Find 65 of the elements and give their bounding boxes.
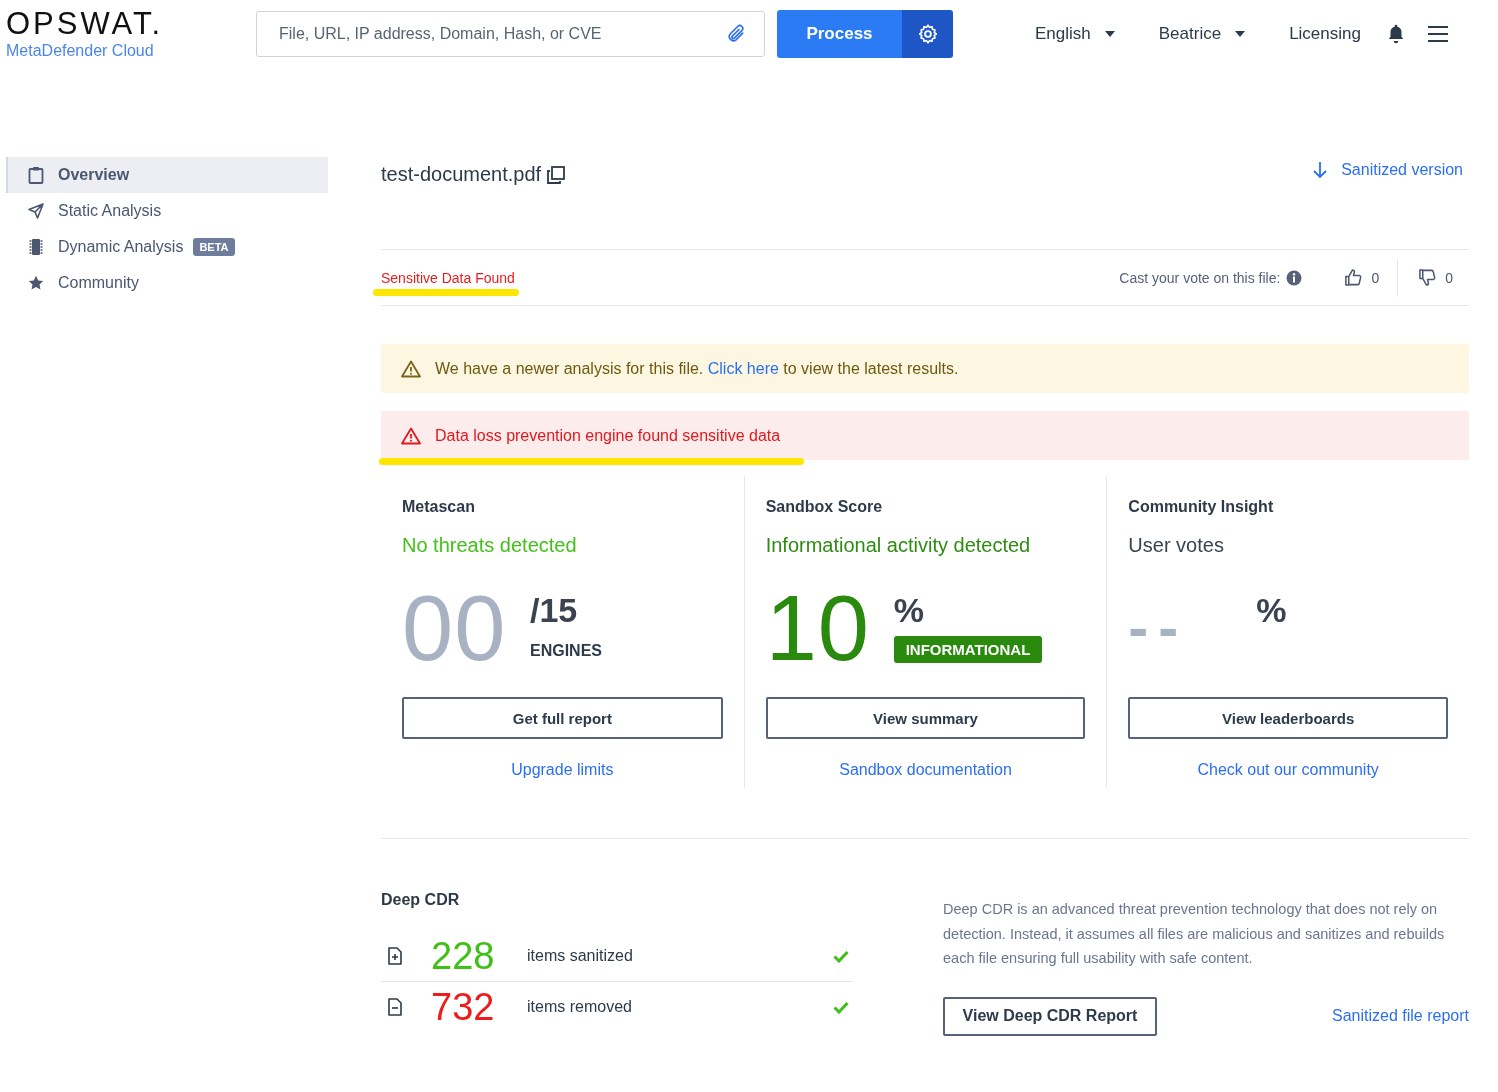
informational-badge: INFORMATIONAL [893,636,1043,663]
file-plus-icon [387,947,403,965]
deep-cdr-title: Deep CDR [381,890,461,909]
sidebar-item[interactable]: Overview [6,157,328,193]
sidebar-item[interactable]: Dynamic Analysis BETA [6,229,328,265]
copy-icon[interactable] [547,165,566,184]
score-number: 10 [765,582,871,674]
verdict-text: User votes [1128,534,1225,557]
alert-message: We have a newer analysis for this file. Click here to view the latest results. [435,359,959,378]
chip-icon [28,238,44,256]
process-button[interactable]: Process [777,10,902,58]
card-title: Community Insight [1128,498,1275,516]
item-label: items removed [527,998,633,1016]
sidebar-item[interactable]: Static Analysis [6,193,328,229]
card-link[interactable]: Check out our community [1128,761,1448,779]
verdict-text: Informational activity detected [765,534,1032,557]
click-here-link[interactable]: Click here [707,359,779,377]
language-dropdown[interactable]: English [1035,24,1115,44]
card-button[interactable]: Get full report [402,697,723,739]
sanitized-report-link[interactable]: Sanitized file report [1332,1007,1469,1025]
card-title: Metascan [402,498,476,516]
opswat-logo[interactable]: OPSWAT. [6,8,256,40]
verdict-text: No threats detected [402,534,578,557]
warning-icon [401,426,421,445]
arrow-down-icon [1313,161,1328,179]
file-minus-icon [387,998,403,1016]
file-name: test-document.pdf [381,163,542,186]
score-total: % [893,591,925,630]
card-link[interactable]: Sandbox documentation [765,761,1086,779]
thumbs-down-button[interactable]: 0 [1418,268,1453,287]
score-total: /15 [530,591,579,630]
deep-cdr-description: Deep CDR is an advanced threat prevention technology that does not rely on detection. Instead, it assumes all files are malicious and sanitizes and rebuilds each file ensuring full usability with safe content. [943,900,1446,968]
item-count: 732 [431,985,496,1029]
warning-icon [401,359,421,378]
licensing-link[interactable]: Licensing [1289,24,1361,44]
beta-badge: BETA [193,238,235,256]
paperclip-icon[interactable] [726,24,746,44]
menu-icon[interactable] [1426,25,1449,43]
view-report-button[interactable]: View Deep CDR Report [943,996,1157,1036]
vote-prompt: Cast your vote on this file: [1119,269,1281,286]
settings-button[interactable] [902,10,953,58]
status-tag: Sensitive Data Found [381,268,515,286]
info-icon [1286,269,1303,286]
alert-message: Data loss prevention engine found sensitive data [435,426,781,445]
sidebar-item[interactable]: Community [6,265,328,301]
score-total: % [1256,591,1287,630]
item-count: 228 [431,934,496,978]
gear-icon [916,23,939,45]
card-title: Sandbox Score [765,498,884,516]
card-button[interactable]: View leaderboards [1128,697,1448,739]
paper-plane-icon [28,203,44,219]
clipboard-icon [28,166,44,184]
engines-label: ENGINES [530,642,602,660]
score-number: -- [1128,598,1190,658]
card-link[interactable]: Upgrade limits [402,761,723,779]
user-menu[interactable]: Beatrice [1158,24,1246,44]
card-button[interactable]: View summary [765,697,1086,739]
score-number: 00 [402,582,508,674]
item-label: items sanitized [527,947,634,965]
thumbs-up-button[interactable]: 0 [1344,268,1380,287]
product-name: MetaDefender Cloud [6,42,155,60]
sanitized-version-link[interactable]: Sanitized version [1313,161,1463,179]
search-field[interactable]: File, URL, IP address, Domain, Hash, or CVE [277,24,726,44]
search-box[interactable]: File, URL, IP address, Domain, Hash, or CVE [256,11,765,57]
star-icon [28,275,44,291]
